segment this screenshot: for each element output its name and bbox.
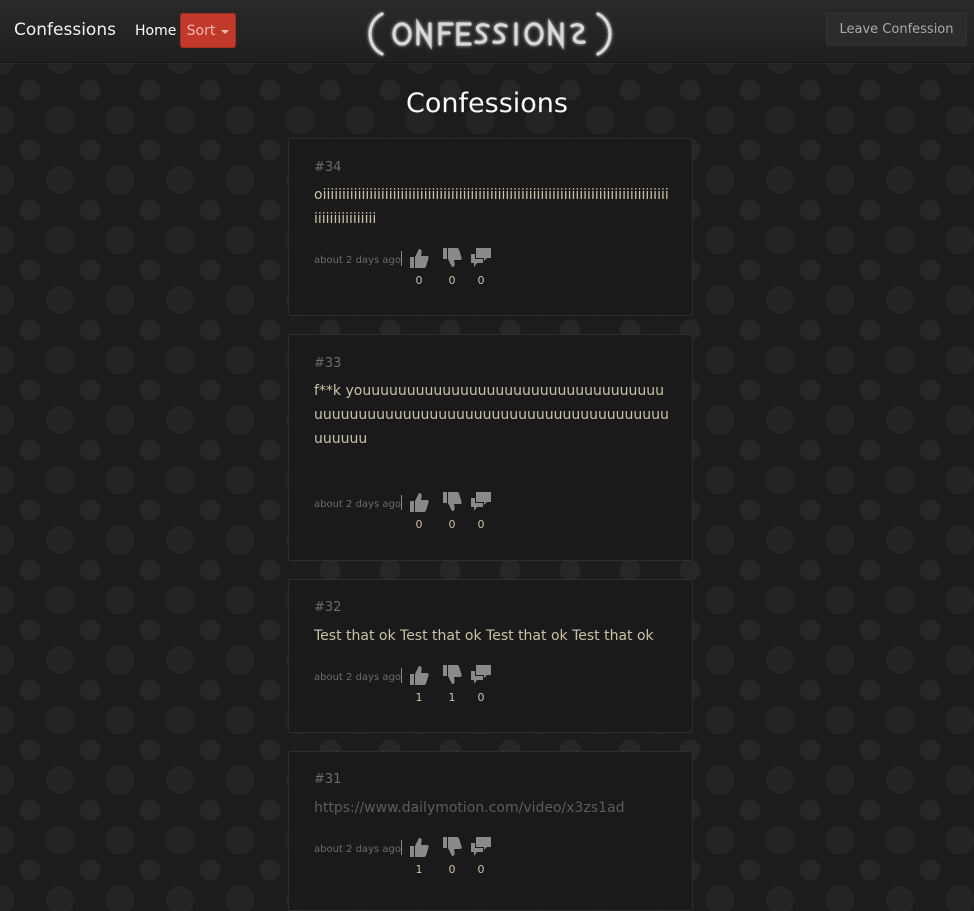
timestamp: about 2 days ago (314, 672, 401, 683)
dislike-count: 0 (448, 518, 456, 531)
confession-number: #33 (314, 356, 342, 371)
timestamp: about 2 days ago (314, 499, 401, 510)
sort-label: Sort (186, 22, 216, 39)
navbar: Confessions Home Sort Leave Confession (0, 0, 974, 63)
comments-icon[interactable] (470, 836, 492, 858)
like-count: 0 (415, 274, 423, 287)
confession-text: Test that ok Test that ok Test that ok T… (314, 628, 654, 644)
thumbs-down-icon[interactable] (441, 491, 463, 513)
sort-dropdown-button[interactable]: Sort (180, 13, 236, 48)
comment-count: 0 (477, 691, 485, 704)
timestamp: about 2 days ago (314, 255, 401, 266)
confession-meta: about 2 days ago 0 0 0 (314, 247, 514, 287)
confession-meta: about 2 days ago 1 0 0 (314, 836, 514, 876)
confession-link[interactable]: https://www.dailymotion.com/video/x3zs1a… (314, 796, 669, 820)
confession-card: #33 f**k youuuuuuuuuuuuuuuuuuuuuuuuuuuuu… (288, 334, 693, 561)
confession-card: #32 Test that ok Test that ok Test that … (288, 579, 693, 733)
home-link[interactable]: Home (135, 23, 176, 39)
thumbs-up-icon[interactable] (408, 836, 430, 858)
thumbs-down-icon[interactable] (441, 664, 463, 686)
timestamp: about 2 days ago (314, 844, 401, 855)
leave-confession-button[interactable]: Leave Confession (826, 13, 967, 46)
comments-icon[interactable] (470, 247, 492, 269)
confession-meta: about 2 days ago 1 1 0 (314, 664, 514, 704)
caret-down-icon (221, 29, 230, 34)
leave-confession-label: Leave Confession (839, 22, 954, 37)
confession-number: #32 (314, 600, 342, 615)
confession-text: oiiiiiiiiiiiiiiiiiiiiiiiiiiiiiiiiiiiiiii… (314, 187, 669, 227)
comments-icon[interactable] (470, 664, 492, 686)
separator (401, 251, 402, 266)
confession-card: #34 oiiiiiiiiiiiiiiiiiiiiiiiiiiiiiiiiiii… (288, 138, 693, 316)
thumbs-down-icon[interactable] (441, 836, 463, 858)
thumbs-up-icon[interactable] (408, 491, 430, 513)
brand-link[interactable]: Confessions (14, 20, 116, 40)
dislike-count: 1 (448, 691, 456, 704)
page-title: Confessions (406, 88, 568, 119)
confession-number: #34 (314, 160, 342, 175)
separator (401, 495, 402, 510)
comment-count: 0 (477, 863, 485, 876)
confession-text: f**k youuuuuuuuuuuuuuuuuuuuuuuuuuuuuuuuu… (314, 383, 669, 447)
like-count: 1 (415, 863, 423, 876)
confession-number: #31 (314, 772, 342, 787)
confessions-logo[interactable] (364, 8, 616, 60)
comments-icon[interactable] (470, 491, 492, 513)
confession-meta: about 2 days ago 0 0 0 (314, 491, 514, 531)
dislike-count: 0 (448, 274, 456, 287)
comment-count: 0 (477, 274, 485, 287)
thumbs-up-icon[interactable] (408, 247, 430, 269)
comment-count: 0 (477, 518, 485, 531)
separator (401, 668, 402, 683)
thumbs-up-icon[interactable] (408, 664, 430, 686)
like-count: 0 (415, 518, 423, 531)
dislike-count: 0 (448, 863, 456, 876)
separator (401, 840, 402, 855)
confession-card: #31 https://www.dailymotion.com/video/x3… (288, 751, 693, 911)
like-count: 1 (415, 691, 423, 704)
thumbs-down-icon[interactable] (441, 247, 463, 269)
